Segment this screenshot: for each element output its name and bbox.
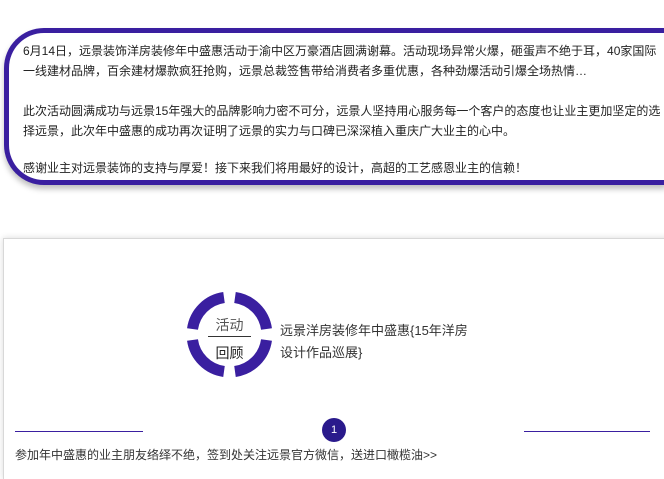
review-caption-link[interactable]: 远景洋房装修年中盛惠{15年洋房设计作品巡展} [280, 320, 480, 364]
footer-link[interactable]: 参加年中盛惠的业主朋友络绎不绝，签到处关注远景官方微信，送进口橄榄油>> [15, 446, 437, 463]
article-paragraph-2: 此次活动圆满成功与远景15年强大的品牌影响力密不可分，远景人坚持用心服务每一个客… [23, 104, 661, 138]
badge-label-top: 活动 [215, 317, 244, 333]
divider-right [524, 431, 650, 432]
divider-left [15, 431, 143, 432]
article-speech-card: 6月14日，远景装饰洋房装修年中盛惠活动于渝中区万豪酒店圆满谢幕。活动现场异常火… [4, 28, 664, 185]
event-review-badge: 活动 回顾 [186, 291, 273, 378]
article-paragraph-3: 感谢业主对远景装饰的支持与厚爱！接下来我们将用最好的设计，高超的工艺感恩业主的信… [23, 161, 528, 175]
article-paragraph-1: 6月14日，远景装饰洋房装修年中盛惠活动于渝中区万豪酒店圆满谢幕。活动现场异常火… [23, 44, 657, 78]
badge-divider [208, 336, 251, 337]
badge-label-bottom: 回顾 [215, 345, 244, 361]
page-indicator[interactable]: 1 [322, 418, 346, 442]
